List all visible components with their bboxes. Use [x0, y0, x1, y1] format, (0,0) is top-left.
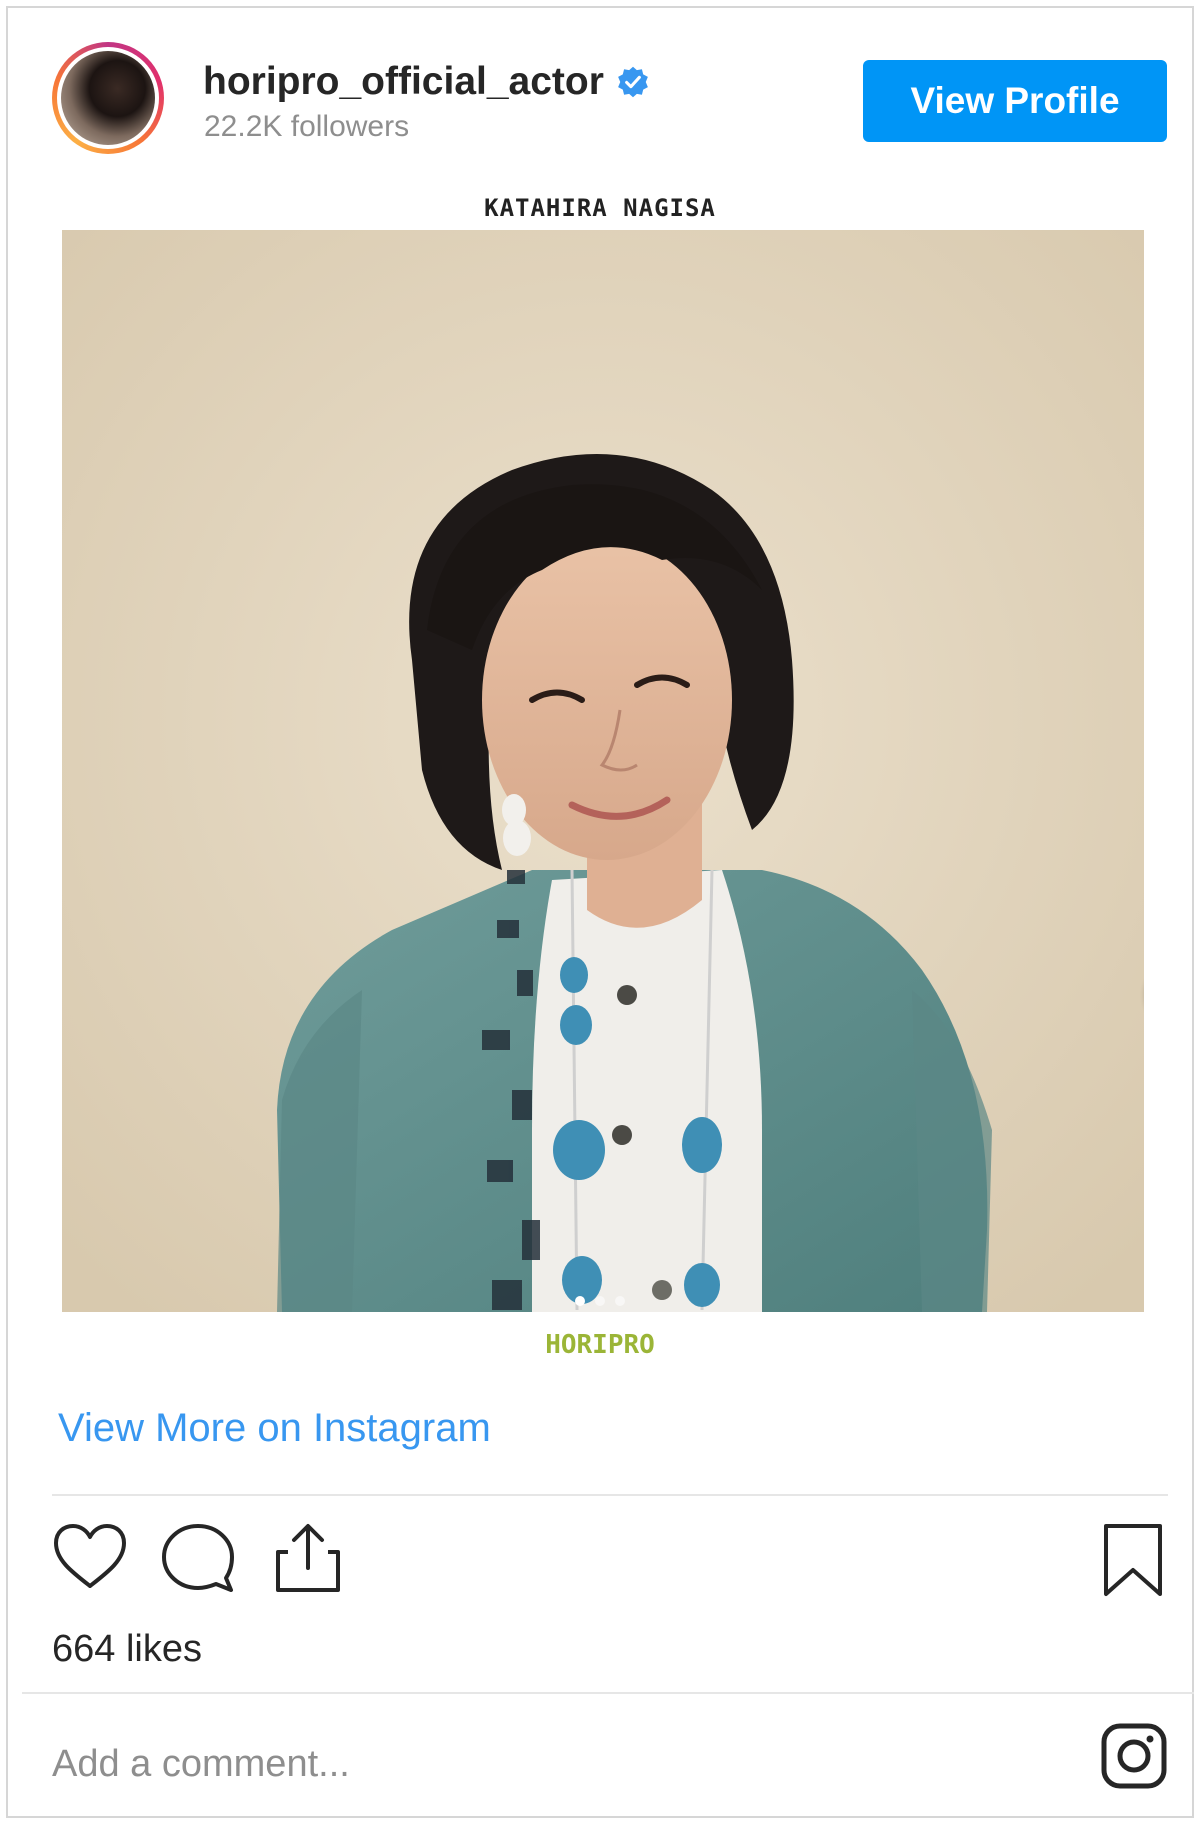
post-header: horipro_official_actor 22.2K followers V… [8, 8, 1192, 158]
carousel-dot [615, 1296, 625, 1306]
post-title-caption: KATAHIRA NAGISA [484, 194, 716, 222]
divider [52, 1494, 1168, 1496]
username-text: horipro_official_actor [203, 60, 604, 103]
instagram-logo-icon[interactable] [1100, 1722, 1168, 1790]
instagram-embed-card: horipro_official_actor 22.2K followers V… [6, 6, 1194, 1818]
share-icon[interactable] [272, 1522, 344, 1594]
view-more-link[interactable]: View More on Instagram [58, 1406, 491, 1451]
profile-avatar[interactable] [52, 42, 164, 154]
profile-username[interactable]: horipro_official_actor [203, 60, 650, 104]
avatar-image [61, 51, 155, 145]
comment-icon[interactable] [160, 1522, 236, 1594]
follower-count: 22.2K followers [204, 110, 410, 143]
portrait-illustration [62, 230, 1144, 1312]
carousel-dot [575, 1296, 585, 1306]
carousel-indicator [8, 1296, 1192, 1306]
like-count: 664 likes [52, 1628, 202, 1670]
divider [22, 1692, 1194, 1694]
heart-icon[interactable] [52, 1522, 128, 1592]
comment-input[interactable] [52, 1734, 952, 1794]
brand-caption: HORIPRO [545, 1330, 655, 1360]
verified-badge-icon [618, 66, 648, 98]
bookmark-icon[interactable] [1102, 1522, 1164, 1598]
post-photo[interactable] [62, 230, 1144, 1312]
view-profile-button[interactable]: View Profile [863, 60, 1167, 142]
carousel-dot [595, 1296, 605, 1306]
